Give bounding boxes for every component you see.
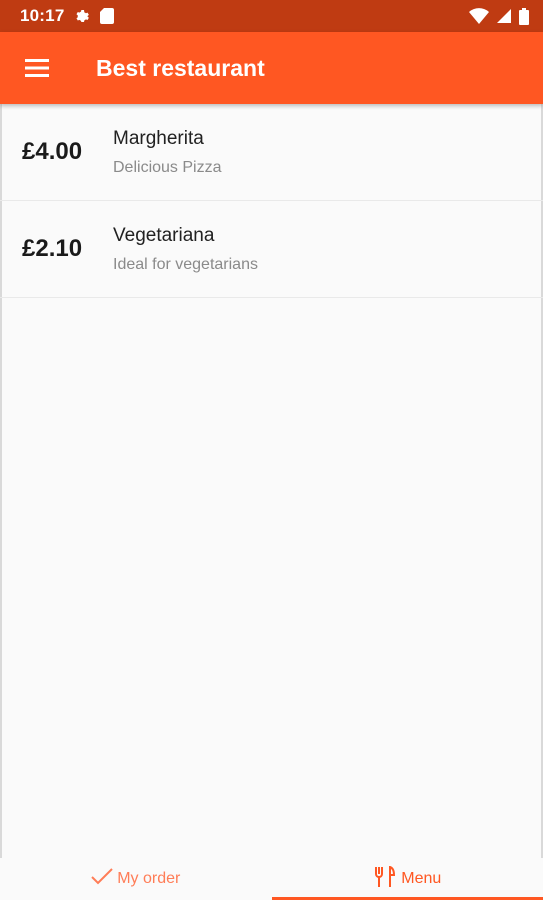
menu-list: £4.00 Margherita Delicious Pizza £2.10 V… [0, 104, 543, 298]
tab-label: My order [117, 870, 181, 887]
item-texts: Margherita Delicious Pizza [113, 128, 221, 177]
tab-label: Menu [401, 870, 442, 887]
item-price: £4.00 [22, 138, 83, 165]
status-bar: 10:17 [0, 0, 543, 32]
check-icon [91, 867, 113, 891]
app-bar: Best restaurant [0, 32, 543, 104]
bottom-nav: My order Menu [0, 858, 543, 900]
item-texts: Vegetariana Ideal for vegetarians [113, 225, 258, 274]
list-item[interactable]: £4.00 Margherita Delicious Pizza [0, 104, 543, 201]
item-description: Ideal for vegetarians [113, 255, 258, 273]
sd-card-icon [100, 8, 115, 24]
battery-icon [519, 7, 529, 25]
hamburger-menu-icon[interactable] [0, 32, 76, 104]
item-name: Margherita [113, 127, 204, 149]
item-description: Delicious Pizza [113, 158, 222, 176]
status-time: 10:17 [20, 6, 65, 25]
page-title: Best restaurant [96, 54, 265, 81]
wifi-icon [469, 8, 489, 24]
settings-icon [74, 8, 90, 24]
item-price: £2.10 [22, 235, 83, 262]
item-name: Vegetariana [113, 224, 215, 246]
tab-menu[interactable]: Menu [271, 858, 543, 900]
tab-my-order[interactable]: My order [0, 858, 272, 900]
restaurant-icon [373, 865, 397, 893]
list-item[interactable]: £2.10 Vegetariana Ideal for vegetarians [0, 201, 543, 298]
signal-icon [497, 9, 511, 23]
